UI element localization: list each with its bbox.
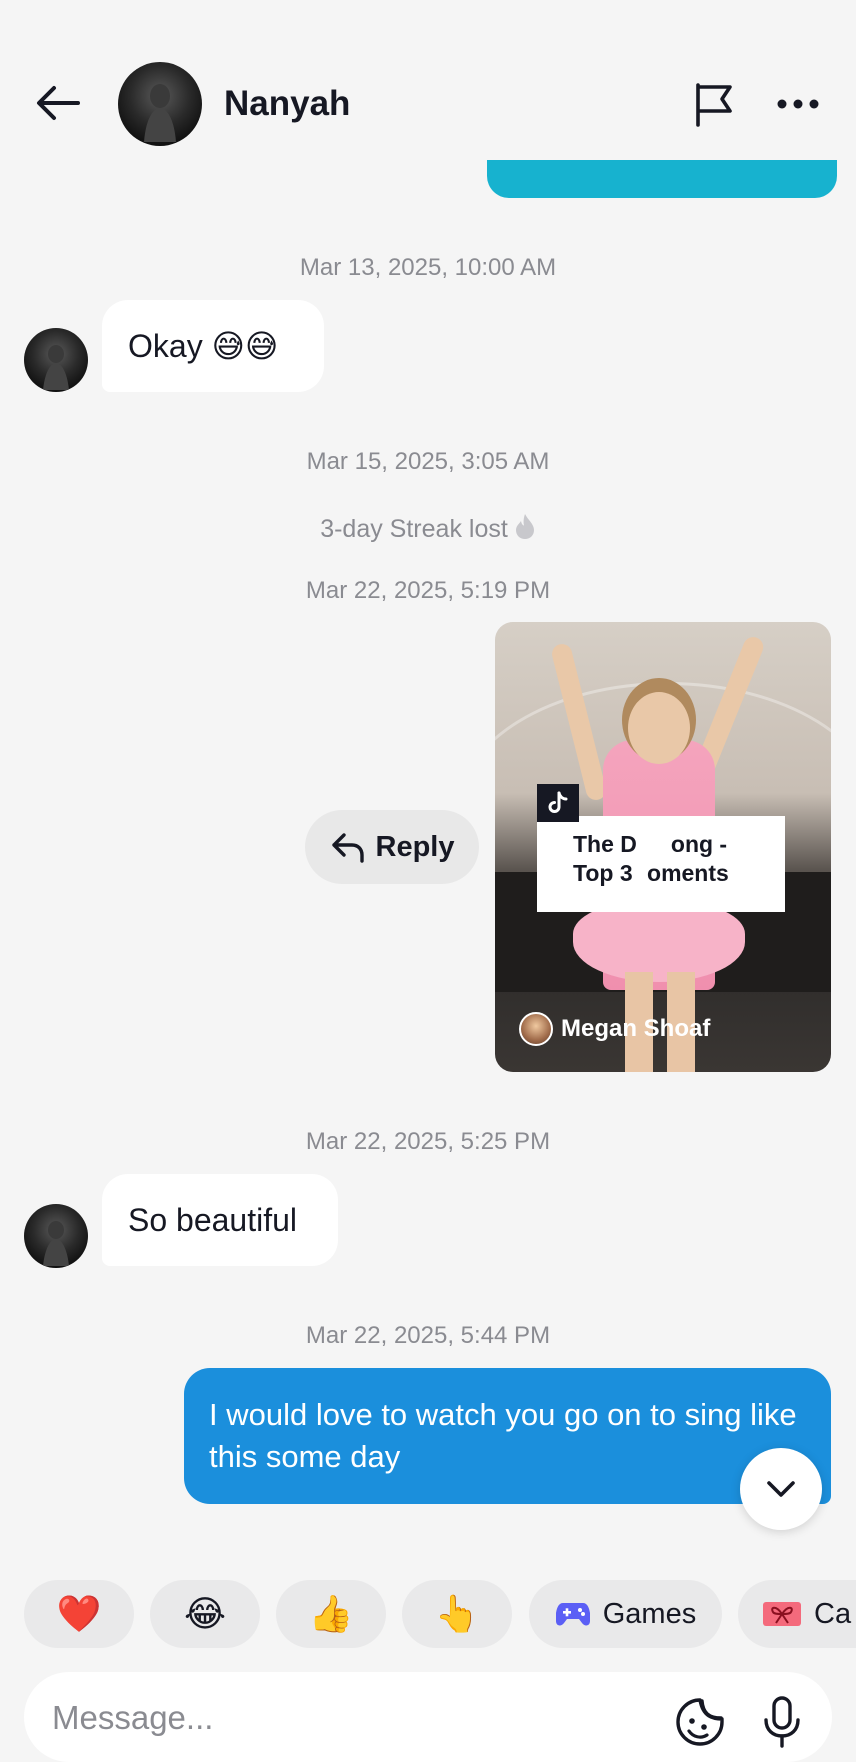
quick-reaction-laugh[interactable]: 😂	[150, 1580, 260, 1648]
quick-reaction-heart[interactable]: ❤️	[24, 1580, 134, 1648]
games-button[interactable]: Games	[529, 1580, 722, 1648]
incoming-message-bubble[interactable]: Okay 😅😅	[102, 300, 324, 392]
gamepad-icon	[555, 1603, 590, 1626]
flame-icon	[515, 514, 534, 539]
video-figure-skirt	[573, 902, 745, 982]
message-timestamp: Mar 13, 2025, 10:00 AM	[299, 254, 557, 281]
creator-avatar	[519, 1012, 553, 1046]
message-text: Okay 😅😅	[128, 328, 279, 364]
avatar-image	[43, 1221, 69, 1266]
outgoing-message-bubble[interactable]: I would love to watch you go on to sing …	[184, 1368, 831, 1504]
quick-reaction-thumbs-up[interactable]: 👍	[276, 1580, 386, 1648]
report-button[interactable]	[688, 78, 740, 130]
flag-icon	[696, 83, 732, 127]
avatar-image	[43, 345, 69, 390]
chat-header: Nanyah	[0, 0, 856, 160]
streak-status: 3-day Streak lost	[0, 512, 856, 544]
message-timestamp: Mar 15, 2025, 3:05 AM	[306, 448, 550, 475]
message-timestamp: Mar 22, 2025, 5:25 PM	[305, 1128, 551, 1155]
incoming-message-bubble[interactable]: So beautiful	[102, 1174, 338, 1266]
point-up-emoji-icon: 👆	[434, 1593, 480, 1634]
contact-name[interactable]: Nanyah	[224, 84, 350, 124]
reply-label: Reply	[375, 830, 455, 863]
video-title-part: Top 3	[573, 860, 640, 886]
sender-avatar[interactable]	[24, 1204, 88, 1268]
heart-emoji-icon: ❤️	[56, 1593, 102, 1634]
creator-name: Megan Shoaf	[561, 1015, 711, 1042]
avatar-image	[144, 84, 176, 142]
more-horizontal-icon	[777, 99, 819, 109]
sender-avatar[interactable]	[24, 328, 88, 392]
arrow-left-icon	[37, 86, 80, 120]
microphone-icon	[764, 1696, 800, 1748]
streak-text: 3-day Streak lost	[320, 515, 508, 543]
more-options-button[interactable]	[770, 82, 826, 126]
video-creator: Megan Shoaf	[519, 1012, 710, 1046]
video-title-line-1: The D ong -	[573, 830, 769, 859]
tiktok-note-icon	[548, 791, 568, 813]
reply-arrow-icon	[331, 833, 364, 863]
laughing-emoji-icon: 😂	[183, 1593, 227, 1634]
message-text: So beautiful	[128, 1201, 298, 1238]
voice-message-button[interactable]	[754, 1694, 810, 1750]
video-title-line-2: Top 3 oments	[573, 859, 769, 888]
tiktok-logo-icon	[537, 784, 579, 822]
shared-video-card[interactable]: The D ong - Top 3 oments Megan Shoaf	[495, 622, 831, 1072]
video-title-part: ong -	[670, 831, 728, 857]
chevron-down-icon	[767, 1481, 795, 1497]
video-title-part: The D	[573, 831, 637, 857]
message-timestamp: Mar 22, 2025, 5:19 PM	[305, 577, 551, 604]
message-text: I would love to watch you go on to sing …	[209, 1397, 797, 1474]
message-input[interactable]	[50, 1690, 614, 1746]
thumbs-up-emoji-icon: 👍	[308, 1593, 354, 1634]
reply-button[interactable]: Reply	[305, 810, 479, 884]
gift-card-button[interactable]: Ca	[738, 1580, 856, 1648]
sticker-button[interactable]	[672, 1694, 728, 1750]
gift-card-label: Ca	[814, 1597, 852, 1630]
video-figure-head	[628, 692, 690, 764]
video-title: The D ong - Top 3 oments	[537, 816, 785, 912]
contact-avatar[interactable]	[118, 62, 202, 146]
gift-card-icon	[763, 1602, 801, 1626]
video-title-part: oments	[647, 860, 729, 886]
quick-reaction-point-up[interactable]: 👆	[402, 1580, 512, 1648]
message-composer	[24, 1672, 832, 1762]
message-timestamp: Mar 22, 2025, 5:44 PM	[305, 1322, 551, 1349]
games-label: Games	[602, 1597, 697, 1630]
back-button[interactable]	[30, 78, 86, 128]
quick-reactions-bar: ❤️ 😂 👍 👆 Games Ca	[0, 1580, 856, 1648]
scroll-to-bottom-button[interactable]	[740, 1448, 822, 1530]
